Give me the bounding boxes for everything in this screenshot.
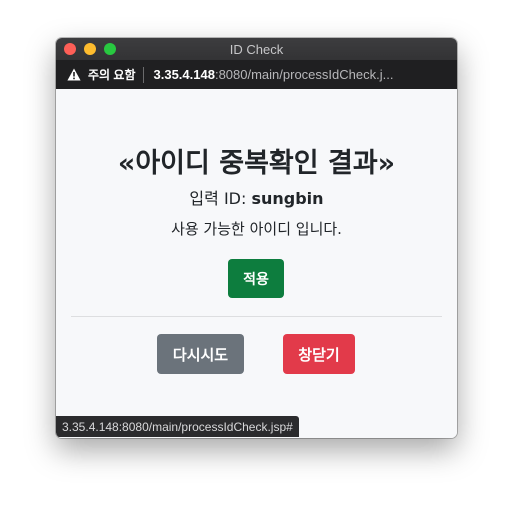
input-id-line: 입력 ID: sungbin xyxy=(56,185,457,209)
minimize-window-button[interactable] xyxy=(84,43,96,55)
urlbar-separator xyxy=(142,66,144,83)
input-id-label: 입력 ID: xyxy=(189,189,252,208)
zoom-window-button[interactable] xyxy=(104,43,116,55)
window-controls xyxy=(64,43,116,55)
url-host: 3.35.4.148 xyxy=(153,67,215,82)
window-title: ID Check xyxy=(229,41,284,57)
retry-button[interactable]: 다시시도 xyxy=(157,334,244,374)
page-title: «아이디 중복확인 결과» xyxy=(117,148,396,179)
apply-button[interactable]: 적용 xyxy=(228,259,284,298)
security-warning-label[interactable]: 주의 요함 xyxy=(88,66,136,83)
warning-icon xyxy=(67,68,81,81)
title-bar: ID Check xyxy=(56,38,457,60)
address-bar[interactable]: 주의 요함 3.35.4.148:8080/main/processIdChec… xyxy=(56,60,457,89)
divider xyxy=(71,316,442,317)
page-content: «아이디 중복확인 결과» 입력 ID: sungbin 사용 가능한 아이디 … xyxy=(56,89,457,438)
status-bar-url: 3.35.4.148:8080/main/processIdCheck.jsp# xyxy=(56,416,299,437)
browser-window: ID Check 주의 요함 3.35.4.148:8080/main/proc… xyxy=(56,38,457,438)
url-path: :8080/main/processIdCheck.j... xyxy=(214,67,394,82)
result-message: 사용 가능한 아이디 입니다. xyxy=(171,220,342,238)
close-window-button[interactable] xyxy=(64,43,76,55)
close-button[interactable]: 창닫기 xyxy=(283,334,355,374)
input-id-value: sungbin xyxy=(251,189,324,208)
